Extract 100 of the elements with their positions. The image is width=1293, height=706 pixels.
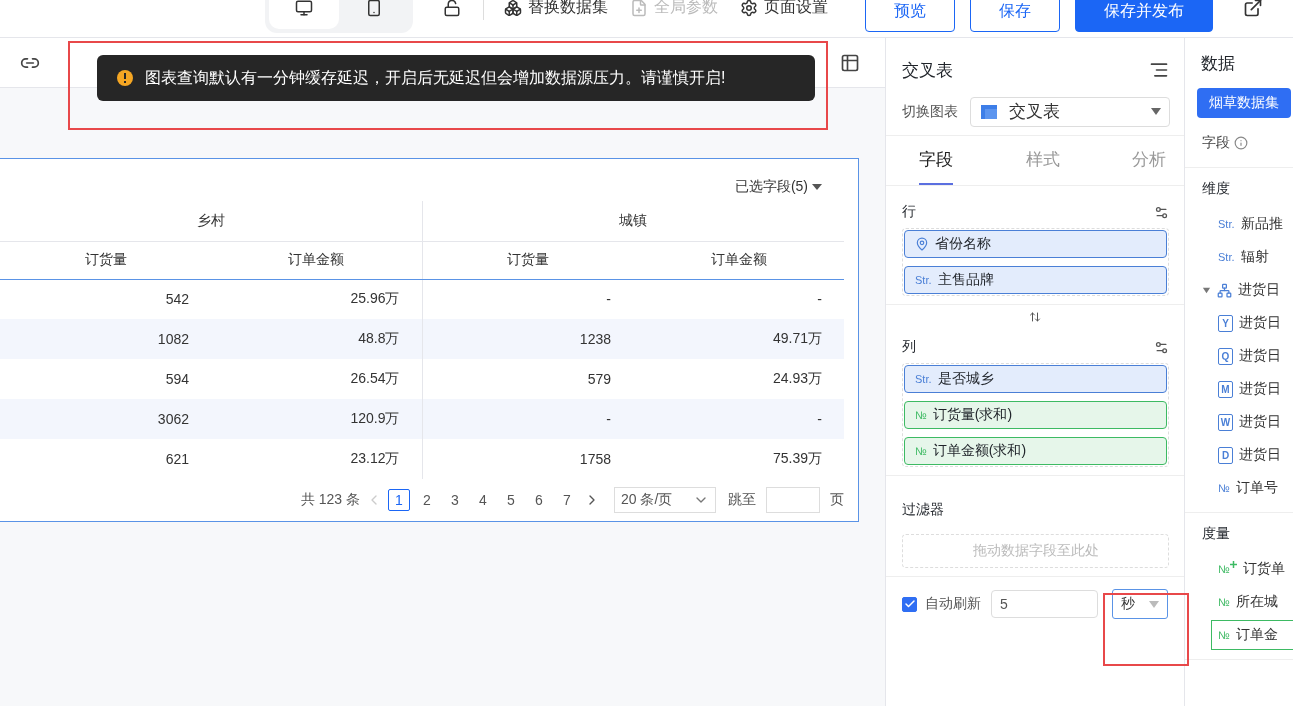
- data-field-item[interactable]: Str. 辐射: [1211, 242, 1293, 272]
- field-label: 进货日: [1239, 380, 1281, 398]
- menu-icon[interactable]: [1149, 60, 1169, 80]
- warning-icon: [117, 70, 133, 86]
- table-cell: 25.96万: [211, 279, 422, 319]
- field-chip[interactable]: 省份名称: [904, 230, 1167, 258]
- table-icon[interactable]: [840, 52, 860, 73]
- column-group-header: 城镇: [422, 201, 844, 241]
- field-label: 订单号: [1235, 479, 1278, 497]
- top-button[interactable]: 预览: [865, 0, 955, 32]
- interval-field[interactable]: 5: [991, 590, 1098, 618]
- field-type-label: №: [1218, 596, 1230, 608]
- field-label: 新品推: [1240, 215, 1283, 233]
- caret-icon: [1151, 108, 1161, 115]
- table-cell: 26.54万: [211, 359, 422, 399]
- page-number[interactable]: 1: [388, 489, 410, 511]
- date-level-label: M: [1218, 380, 1233, 398]
- field-label: 订货量(求和): [932, 406, 1013, 424]
- field-type-label: №: [1218, 482, 1230, 494]
- field-chip[interactable]: Str. 主售品牌: [904, 266, 1167, 294]
- section-title: 维度: [1202, 180, 1230, 198]
- selected-fields-label[interactable]: 已选字段(5): [734, 178, 808, 196]
- page-size-select[interactable]: 20 条/页: [614, 487, 716, 513]
- table-icon: [981, 104, 997, 119]
- data-field-item[interactable]: № 订货单: [1211, 554, 1293, 584]
- date-level-label: Y: [1218, 314, 1233, 332]
- column-header: 订货量: [0, 241, 211, 279]
- swap-icon[interactable]: [1029, 311, 1041, 323]
- cubes-icon: [504, 0, 522, 17]
- table-cell: 1758: [422, 439, 633, 479]
- desktop-icon: [295, 0, 313, 17]
- file-plus-icon: [630, 0, 648, 17]
- field-label: 订货单: [1242, 560, 1285, 578]
- table-cell: 120.9万: [211, 399, 422, 439]
- data-field-item[interactable]: № 所在城: [1211, 587, 1293, 617]
- location-pin-icon: [915, 237, 929, 251]
- unit-select[interactable]: 秒: [1112, 589, 1168, 619]
- data-field-item[interactable]: 进货日: [1195, 275, 1293, 305]
- section-title: 行: [902, 203, 916, 221]
- field-chip[interactable]: Str. 是否城乡: [904, 365, 1167, 393]
- info-icon[interactable]: [1234, 135, 1248, 150]
- data-field-item[interactable]: № 订单号: [1211, 473, 1293, 503]
- field-type-label: Str.: [915, 274, 932, 286]
- field-label: 订单金额(求和): [932, 442, 1027, 460]
- caret-icon: [812, 183, 822, 191]
- field-chip[interactable]: № 订单金额(求和): [904, 437, 1167, 465]
- data-field-item[interactable]: № 订单金: [1211, 620, 1293, 650]
- data-field-item[interactable]: W 进货日: [1211, 407, 1293, 437]
- table-cell: 24.93万: [633, 359, 844, 399]
- field-label: 省份名称: [935, 235, 991, 253]
- data-field-item[interactable]: Y 进货日: [1211, 308, 1293, 338]
- field-type-label: №: [1218, 629, 1230, 641]
- checkbox[interactable]: [902, 596, 917, 612]
- date-level-label: Q: [1218, 347, 1233, 365]
- table-cell: 48.8万: [211, 319, 422, 359]
- table-cell: -: [633, 279, 844, 319]
- fields-label: 字段: [1202, 133, 1230, 152]
- field-chip[interactable]: № 订货量(求和): [904, 401, 1167, 429]
- field-label: 进货日: [1239, 314, 1281, 332]
- table-cell: -: [633, 399, 844, 439]
- data-field-item[interactable]: Q 进货日: [1211, 341, 1293, 371]
- settings-icon[interactable]: [1154, 339, 1169, 355]
- field-label: 进货日: [1238, 281, 1280, 299]
- toast-message: 图表查询默认有一分钟缓存延迟，开启后无延迟但会增加数据源压力。请谨慎开启!: [145, 67, 726, 88]
- chart-type-select[interactable]: 交叉表: [970, 96, 1170, 127]
- top-button[interactable]: 保存并发布: [1075, 0, 1213, 32]
- section-title: 列: [902, 338, 916, 356]
- unlock-icon[interactable]: [443, 0, 461, 17]
- external-link-icon[interactable]: [1243, 0, 1263, 18]
- table-cell: 542: [0, 279, 211, 319]
- phone-icon: [365, 0, 383, 17]
- data-field-item[interactable]: D 进货日: [1211, 440, 1293, 470]
- switch-chart-label: 切换图表: [902, 102, 958, 121]
- data-field-item[interactable]: M 进货日: [1211, 374, 1293, 404]
- column-header: 订单金额: [633, 241, 844, 279]
- table-cell: -: [422, 399, 633, 439]
- data-field-item[interactable]: Str. 新品推: [1211, 209, 1293, 239]
- column-group-header: 乡村: [0, 201, 422, 241]
- field-label: 所在城: [1235, 593, 1278, 611]
- table-cell: 594: [0, 359, 211, 399]
- field-type-label: №: [915, 409, 927, 421]
- table-cell: -: [422, 279, 633, 319]
- section-title: 度量: [1202, 525, 1230, 543]
- table-cell: 1238: [422, 319, 633, 359]
- panel-title: 交叉表: [902, 59, 953, 82]
- dataset-button[interactable]: 烟草数据集: [1197, 88, 1291, 118]
- field-label: 主售品牌: [937, 271, 994, 289]
- hierarchy-icon: [1217, 282, 1232, 298]
- settings-icon[interactable]: [1154, 204, 1169, 220]
- settings-icon: [740, 0, 758, 17]
- panel-tab[interactable]: 字段: [919, 136, 953, 185]
- table-cell: 1082: [0, 319, 211, 359]
- top-button[interactable]: 保存: [970, 0, 1060, 32]
- caret-icon: [1149, 600, 1159, 608]
- total-count: 共 123 条: [300, 491, 360, 509]
- field-label: 辐射: [1240, 248, 1269, 266]
- page-jump-field[interactable]: [766, 487, 820, 513]
- caret-icon[interactable]: [1202, 285, 1211, 295]
- table-cell: 579: [422, 359, 633, 399]
- panel-title: 数据: [1201, 54, 1235, 73]
